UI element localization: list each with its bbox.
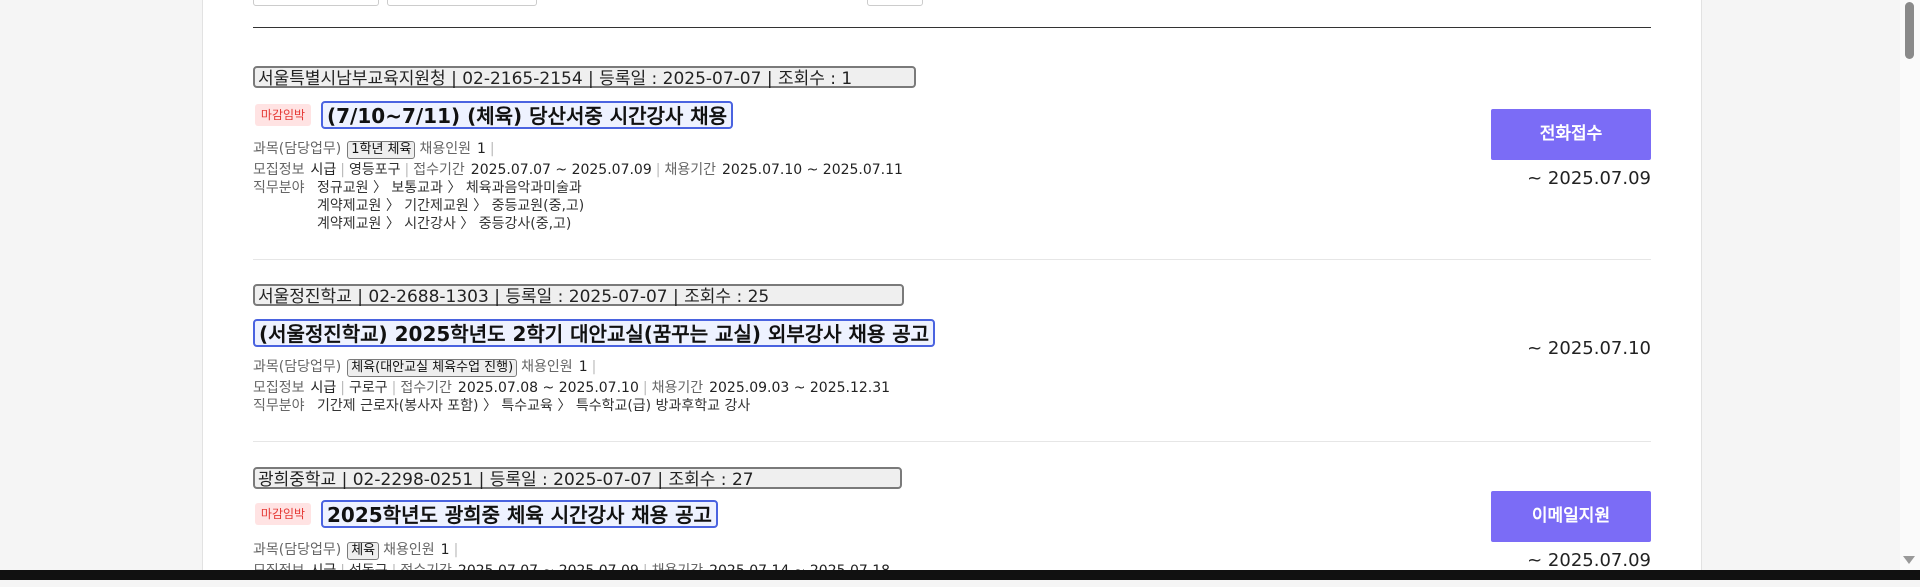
apply-period: 2025.07.07 ~ 2025.07.09 [470, 162, 652, 178]
scrollbar-thumb[interactable] [1905, 2, 1914, 59]
list-divider [253, 259, 1651, 260]
job-field-item: 계약제교원 〉 기간제교원 〉 중등교원(중,고) [317, 198, 585, 214]
subject-label: 과목(담당업무) [253, 359, 342, 375]
job-field-label: 직무분야 [253, 398, 305, 414]
subject-chip: 체육(대안교실 체육수업 진행) [347, 359, 518, 377]
subject-row: 과목(담당업무) 체육 채용인원 1 | [253, 542, 459, 560]
job-field-row: 직무분야 [253, 395, 305, 415]
recruit-row: 모집정보 시급 | 영등포구 | 접수기간 2025.07.07 ~ 2025.07.09 |… [253, 162, 903, 178]
district: 구로구 [349, 380, 388, 396]
apply-period-label: 접수기간 [400, 380, 452, 396]
job-field-row: 직무분야 [253, 177, 305, 197]
subject-label: 과목(담당업무) [253, 542, 342, 558]
list-item: 서울특별시남부교육지원청 | 02-2165-2154 | 등록일 : 2025… [253, 66, 1651, 236]
filter-select-1[interactable] [253, 0, 379, 6]
hires-label: 채용인원 [383, 542, 435, 558]
subject-chip: 1학년 체육 [347, 141, 416, 159]
district: 영등포구 [349, 162, 401, 178]
hires-value: 1 [477, 141, 486, 157]
subject-label: 과목(담당업무) [253, 141, 342, 157]
subject-row: 과목(담당업무) 1학년 체육 채용인원 1 | [253, 141, 495, 159]
list-item: 서울정진학교 | 02-2688-1303 | 등록일 : 2025-07-07… [253, 284, 1651, 414]
listing-meta: 서울특별시남부교육지원청 | 02-2165-2154 | 등록일 : 2025… [253, 66, 916, 89]
hire-period: 2025.07.10 ~ 2025.07.11 [722, 162, 903, 178]
listing-title-link[interactable]: (서울정진학교) 2025학년도 2학기 대안교실(꿈꾸는 교실) 외부강사 채… [253, 319, 936, 347]
apply-period-label: 접수기간 [413, 162, 465, 178]
subject-chip: 체육 [347, 542, 380, 560]
recruit-label: 모집정보 [253, 162, 305, 178]
hires-value: 1 [578, 359, 588, 375]
hires-value: 1 [440, 542, 450, 558]
apply-period: 2025.07.08 ~ 2025.07.10 [457, 380, 639, 396]
job-field-item: 계약제교원 〉 시간강사 〉 중등강사(중,고) [317, 216, 572, 232]
list-top-divider [253, 27, 1651, 28]
pay-level: 시급 [310, 380, 337, 396]
job-field-item: 기간제 근로자(봉사자 포함) 〉 특수교육 〉 특수학교(급) 방과후학교 강… [317, 398, 751, 414]
listing-meta: 서울정진학교 | 02-2688-1303 | 등록일 : 2025-07-07… [253, 284, 904, 307]
deadline: ~ 2025.07.09 [1527, 168, 1651, 189]
recruit-row: 모집정보 시급 | 구로구 | 접수기간 2025.07.08 ~ 2025.07.10 | 채… [253, 380, 891, 396]
hire-period-label: 채용기간 [664, 162, 716, 178]
deadline: ~ 2025.07.10 [1527, 338, 1651, 359]
hires-label: 채용인원 [521, 359, 573, 375]
deadline: ~ 2025.07.09 [1527, 550, 1651, 571]
hire-period-label: 채용기간 [651, 380, 704, 396]
hires-label: 채용인원 [419, 141, 471, 157]
bottom-edge-bar [0, 570, 1920, 580]
listing-title-link[interactable]: 2025학년도 광희중 체육 시간강사 채용 공고 [321, 500, 718, 528]
listing-meta: 광희중학교 | 02-2298-0251 | 등록일 : 2025-07-07 … [253, 467, 902, 490]
listing-panel: 서울특별시남부교육지원청 | 02-2165-2154 | 등록일 : 2025… [202, 0, 1702, 580]
hire-period: 2025.09.03 ~ 2025.12.31 [709, 380, 891, 396]
job-field-label: 직무분야 [253, 180, 305, 196]
scroll-down-arrow-icon[interactable] [1903, 556, 1915, 564]
list-divider [253, 441, 1651, 442]
subject-row: 과목(담당업무) 체육(대안교실 체육수업 진행) 채용인원 1 | [253, 359, 597, 377]
recruit-label: 모집정보 [253, 380, 305, 396]
listing-title-link[interactable]: (7/10~7/11) (체육) 당산서중 시간강사 채용 [321, 101, 734, 129]
email-apply-button[interactable]: 이메일지원 [1491, 491, 1651, 542]
list-item: 광희중학교 | 02-2298-0251 | 등록일 : 2025-07-07 … [253, 467, 1651, 587]
closing-soon-badge: 마감임박 [255, 104, 311, 126]
pay-level: 시급 [310, 162, 337, 178]
job-field-item: 정규교원 〉 보통교과 〉 체육과음악과미술과 [317, 180, 582, 196]
page-scrollbar[interactable] [1900, 0, 1920, 580]
closing-soon-badge: 마감임박 [255, 503, 311, 525]
filter-select-2[interactable] [387, 0, 537, 6]
phone-apply-button[interactable]: 전화접수 [1491, 109, 1651, 160]
search-button[interactable] [867, 0, 923, 6]
